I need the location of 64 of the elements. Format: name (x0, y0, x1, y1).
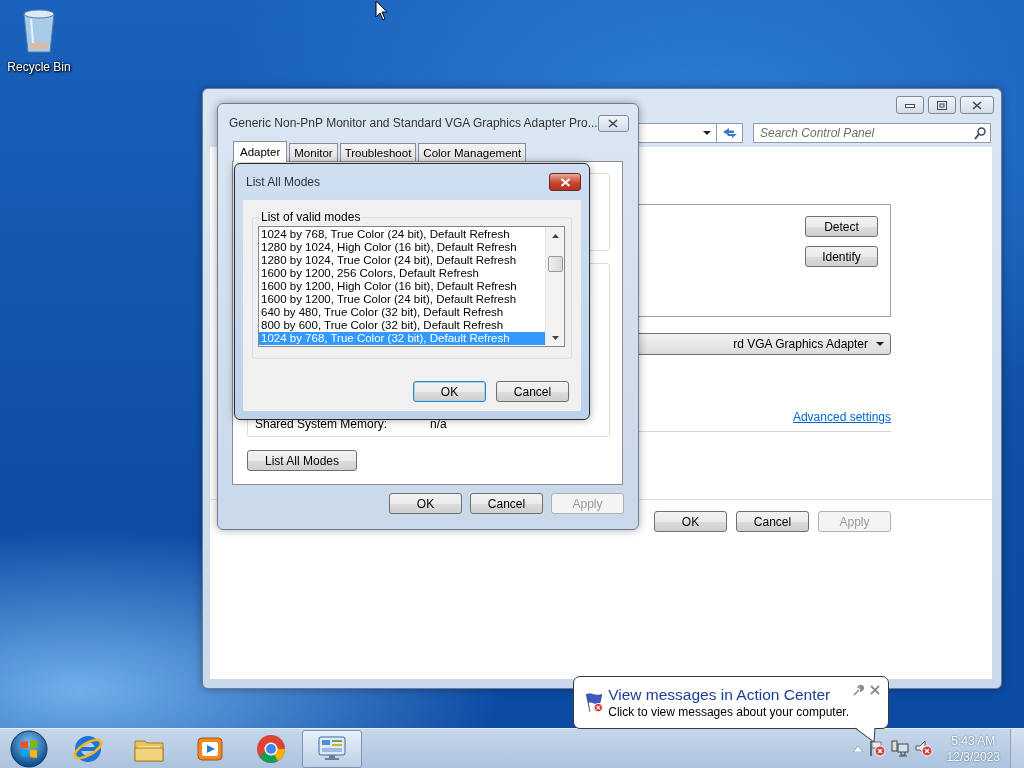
close-button[interactable] (549, 173, 581, 191)
dropdown-arrow-icon (876, 342, 884, 346)
tab[interactable]: Color Management (418, 143, 527, 161)
list-item[interactable]: 1024 by 768, True Color (24 bit), Default Refresh (259, 228, 545, 241)
list-item[interactable]: 1280 by 1024, True Color (24 bit), Default Refresh (259, 254, 545, 267)
close-icon (559, 177, 571, 187)
dropdown-arrow-icon[interactable] (703, 131, 711, 135)
list-item[interactable]: 800 by 600, True Color (32 bit), Default Refresh (259, 319, 545, 332)
group-button[interactable]: Detect (805, 216, 878, 237)
close-icon (870, 685, 880, 695)
network-icon[interactable] (890, 740, 909, 757)
notification-balloon[interactable]: View messages in Action Center Click to view messages about your computer. (573, 676, 889, 729)
tab[interactable]: Troubleshoot (339, 143, 417, 161)
dialog-title: List All Modes (246, 175, 321, 189)
windows-logo-icon (10, 729, 48, 768)
address-bar[interactable] (637, 123, 717, 143)
group-button[interactable]: Identify (805, 246, 878, 267)
minimize-button[interactable] (896, 96, 924, 114)
list-item[interactable]: 1600 by 1200, 256 Colors, Default Refresh (259, 267, 545, 280)
list-item[interactable]: 640 by 480, True Color (32 bit), Default Refresh (259, 306, 545, 319)
balloon-tail (854, 727, 876, 743)
tab[interactable]: Adapter (233, 141, 288, 162)
scroll-down-icon[interactable] (551, 335, 559, 340)
dialog-button[interactable]: Cancel (736, 511, 809, 532)
up-arrow-icon[interactable] (852, 745, 863, 752)
scrollbar[interactable] (545, 227, 564, 346)
close-icon (972, 100, 982, 110)
refresh-icon (721, 127, 738, 139)
list-item[interactable]: 1600 by 1200, High Color (16 bit), Default Refresh (259, 280, 545, 293)
mode-list[interactable] (258, 226, 565, 347)
notification-message: Click to view messages about your computer. (608, 705, 849, 719)
mouse-pointer-icon (375, 0, 389, 21)
scrollbar-thumb[interactable] (547, 256, 563, 272)
dialog-title: Generic Non-PnP Monitor and Standard VGA Graphics Adapter Pro... (229, 116, 598, 130)
desktop-icon-label[interactable]: Recycle Bin (7, 60, 71, 74)
close-button[interactable] (597, 114, 629, 132)
settings-button[interactable] (853, 685, 864, 696)
notification-title: View messages in Action Center (608, 686, 832, 704)
refresh-button[interactable] (717, 123, 743, 143)
list-all-modes-button[interactable]: List All Modes (247, 450, 357, 471)
dialog-button[interactable]: Cancel (470, 493, 543, 514)
tab[interactable]: Monitor (289, 143, 338, 161)
minimize-icon (905, 102, 915, 108)
muted-speaker-icon[interactable] (914, 740, 933, 757)
scroll-up-icon[interactable] (551, 233, 559, 238)
group-label: List of valid modes (259, 210, 363, 224)
search-icon[interactable] (974, 127, 986, 140)
field-value: n/a (430, 417, 447, 431)
maximize-button[interactable] (928, 96, 956, 114)
search-field[interactable]: Search Control Panel (753, 123, 991, 143)
taskbar-button[interactable] (302, 729, 362, 768)
advanced-settings-link[interactable]: Advanced settings (792, 410, 891, 424)
restore-icon (937, 100, 947, 110)
dialog-button[interactable]: OK (654, 511, 727, 532)
dialog-button[interactable]: Cancel (496, 381, 569, 402)
wrench-icon (853, 685, 864, 696)
dialog-button[interactable]: OK (389, 493, 462, 514)
tricolor-circle-icon (255, 732, 287, 765)
close-icon (608, 118, 619, 128)
flag-error-icon[interactable] (868, 740, 885, 757)
list-item[interactable]: 1600 by 1200, True Color (24 bit), Default Refresh (259, 293, 545, 306)
close-button[interactable] (960, 96, 994, 114)
dialog-button[interactable]: OK (413, 381, 486, 402)
list-item[interactable]: 1280 by 1024, High Color (16 bit), Default Refresh (259, 241, 545, 254)
